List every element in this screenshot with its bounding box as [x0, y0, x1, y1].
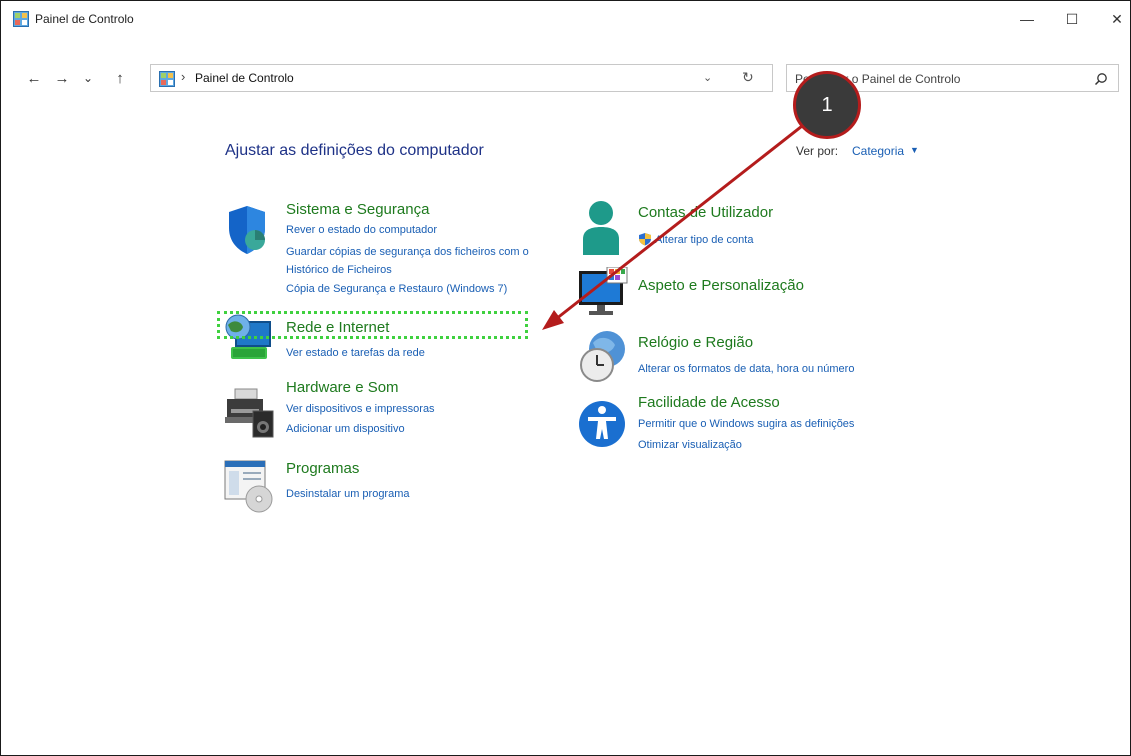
link-uninstall-program[interactable]: Desinstalar um programa [286, 488, 410, 500]
address-dropdown-button[interactable]: ⌄ [703, 71, 712, 84]
back-button[interactable]: ← [23, 63, 45, 93]
category-title-programs[interactable]: Programas [286, 460, 359, 477]
category-title-system-security[interactable]: Sistema e Segurança [286, 201, 429, 218]
link-change-date-formats[interactable]: Alterar os formatos de data, hora ou núm… [638, 363, 854, 375]
category-title-hardware-sound[interactable]: Hardware e Som [286, 379, 399, 396]
printer-speaker-icon[interactable] [223, 387, 275, 439]
control-panel-icon [159, 71, 175, 87]
breadcrumb-control-panel[interactable]: Painel de Controlo [195, 71, 294, 85]
title-bar: Painel de Controlo — ☐ ✕ [1, 1, 1130, 37]
page-title: Ajustar as definições do computador [225, 142, 484, 159]
programs-icon[interactable] [223, 459, 275, 513]
maximize-button[interactable]: ☐ [1052, 5, 1092, 33]
view-by-dropdown[interactable]: Categoria [852, 144, 904, 158]
address-bar[interactable]: › Painel de Controlo ⌄ ↻ [150, 64, 773, 92]
link-change-account-type[interactable]: Alterar tipo de conta [655, 234, 753, 246]
link-backup-restore-win7[interactable]: Cópia de Segurança e Restauro (Windows 7… [286, 283, 507, 295]
category-title-clock-region[interactable]: Relógio e Região [638, 334, 753, 351]
up-button[interactable]: ↑ [109, 63, 131, 93]
highlight-box [217, 311, 528, 339]
recent-locations-button[interactable]: ⌄ [77, 63, 99, 93]
breadcrumb-separator: › [181, 69, 186, 84]
control-panel-window: Painel de Controlo — ☐ ✕ ← → ⌄ ↑ › Paine… [0, 0, 1131, 756]
link-add-device[interactable]: Adicionar um dispositivo [286, 423, 405, 435]
link-review-computer-status[interactable]: Rever o estado do computador [286, 224, 437, 236]
refresh-button[interactable]: ↻ [742, 69, 754, 86]
uac-shield-icon [639, 233, 651, 246]
chevron-down-icon[interactable]: ▼ [910, 145, 919, 155]
navigation-bar: ← → ⌄ ↑ › Painel de Controlo ⌄ ↻ Pesquis… [1, 63, 1130, 93]
search-icon[interactable] [1094, 72, 1108, 86]
clock-globe-icon[interactable] [577, 329, 629, 385]
close-button[interactable]: ✕ [1097, 5, 1130, 33]
forward-button[interactable]: → [51, 63, 73, 93]
link-optimize-display[interactable]: Otimizar visualização [638, 439, 742, 451]
step-badge: 1 [793, 71, 861, 139]
link-devices-printers[interactable]: Ver dispositivos e impressoras [286, 403, 435, 415]
category-title-appearance-personalization[interactable]: Aspeto e Personalização [638, 277, 804, 294]
control-panel-icon [13, 11, 29, 27]
category-title-ease-of-access[interactable]: Facilidade de Acesso [638, 394, 780, 411]
view-by-label: Ver por: [796, 144, 839, 158]
shield-icon[interactable] [225, 204, 269, 256]
link-file-history-backup-cont[interactable]: Histórico de Ficheiros [286, 264, 392, 276]
link-file-history-backup[interactable]: Guardar cópias de segurança dos ficheiro… [286, 246, 529, 258]
category-title-user-accounts[interactable]: Contas de Utilizador [638, 204, 773, 221]
monitor-paint-icon[interactable] [577, 267, 629, 319]
minimize-button[interactable]: — [1007, 5, 1047, 33]
window-title: Painel de Controlo [35, 12, 134, 26]
step-number: 1 [821, 93, 833, 116]
annotation-arrow [542, 117, 812, 330]
accessibility-icon[interactable] [578, 399, 626, 449]
link-windows-suggest-settings[interactable]: Permitir que o Windows sugira as definiç… [638, 418, 854, 430]
link-network-status-tasks[interactable]: Ver estado e tarefas da rede [286, 347, 425, 359]
user-icon[interactable] [579, 199, 623, 257]
